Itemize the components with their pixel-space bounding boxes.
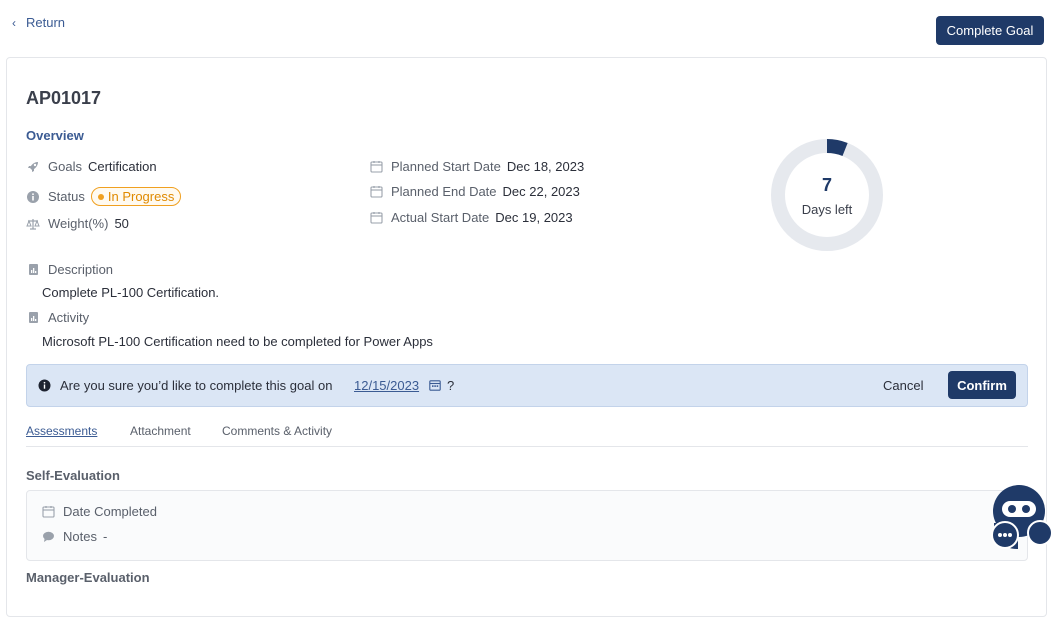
status-dot-icon	[97, 193, 104, 200]
planned-start-value: Dec 18, 2023	[506, 159, 585, 174]
actual-start-value: Dec 19, 2023	[495, 210, 573, 225]
days-left-label: Days left	[801, 202, 853, 217]
calendar-icon	[369, 160, 383, 174]
weight-field: Weight(%) 50	[26, 216, 129, 231]
status-label: Status	[48, 189, 85, 204]
status-field: Status In Progress	[26, 187, 182, 206]
comment-icon	[41, 530, 55, 544]
activity-label: Activity	[48, 310, 90, 325]
status-value: In Progress	[107, 189, 175, 204]
description-field: Description	[26, 262, 119, 277]
planned-start-field: Planned Start Date Dec 18, 2023	[369, 159, 584, 174]
notes-value: -	[102, 529, 108, 544]
planned-end-value: Dec 22, 2023	[502, 184, 580, 199]
goals-field: Goals Certification	[26, 159, 157, 174]
confirm-question: Are you sure you’d like to complete this…	[60, 378, 333, 393]
self-evaluation-box: Date Completed Notes -	[26, 490, 1028, 561]
planned-start-label: Planned Start Date	[391, 159, 501, 174]
goals-label: Goals	[48, 159, 82, 174]
status-badge: In Progress	[90, 187, 182, 206]
tab-comments-activity[interactable]: Comments & Activity	[222, 424, 332, 438]
completion-date-link[interactable]: 12/15/2023	[354, 378, 419, 393]
calendar-icon	[369, 185, 383, 199]
cancel-button[interactable]: Cancel	[883, 378, 923, 393]
info-icon	[38, 379, 51, 392]
document-icon	[26, 311, 40, 325]
tab-attachment[interactable]: Attachment	[130, 424, 191, 438]
goals-value: Certification	[87, 159, 157, 174]
overview-heading: Overview	[26, 128, 84, 143]
return-label: Return	[26, 15, 66, 30]
calendar-icon	[41, 505, 55, 519]
goal-id: AP01017	[26, 88, 102, 108]
description-value: Complete PL-100 Certification.	[42, 285, 220, 300]
date-completed-field: Date Completed	[41, 504, 163, 519]
goal-card: AP01017 Overview Goals Certification Sta…	[6, 57, 1047, 617]
tab-assessments[interactable]: Assessments	[26, 424, 97, 438]
scale-icon	[26, 217, 40, 231]
days-left-number: 7	[821, 175, 832, 195]
planned-end-label: Planned End Date	[391, 184, 497, 199]
question-mark: ?	[447, 378, 455, 393]
activity-field: Activity	[26, 310, 95, 325]
actual-start-field: Actual Start Date Dec 19, 2023	[369, 210, 573, 225]
weight-value: 50	[114, 216, 129, 231]
activity-value: Microsoft PL-100 Certification need to b…	[42, 334, 433, 349]
notes-field: Notes -	[41, 529, 113, 544]
confirm-complete-bar: Are you sure you’d like to complete this…	[26, 364, 1028, 407]
description-label: Description	[48, 262, 114, 277]
notes-label: Notes	[63, 529, 97, 544]
manager-evaluation-title: Manager-Evaluation	[26, 570, 150, 585]
tab-bar: Assessments Attachment Comments & Activi…	[26, 424, 1028, 447]
return-link[interactable]: ‹ Return	[12, 15, 65, 30]
planned-end-field: Planned End Date Dec 22, 2023	[369, 184, 580, 199]
weight-label: Weight(%)	[48, 216, 109, 231]
calendar-icon[interactable]	[429, 379, 441, 391]
rocket-icon	[26, 160, 40, 174]
complete-goal-button[interactable]: Complete Goal	[936, 16, 1044, 45]
chat-bot-icon[interactable]	[990, 483, 1054, 553]
top-bar: ‹ Return Complete Goal	[0, 0, 1063, 56]
info-icon	[26, 190, 40, 204]
chevron-left-icon: ‹	[12, 15, 16, 30]
document-icon	[26, 263, 40, 277]
self-evaluation-title: Self-Evaluation	[26, 468, 120, 483]
confirm-button[interactable]: Confirm	[948, 371, 1016, 399]
actual-start-label: Actual Start Date	[391, 210, 490, 225]
date-completed-label: Date Completed	[63, 504, 157, 519]
calendar-icon	[369, 211, 383, 225]
